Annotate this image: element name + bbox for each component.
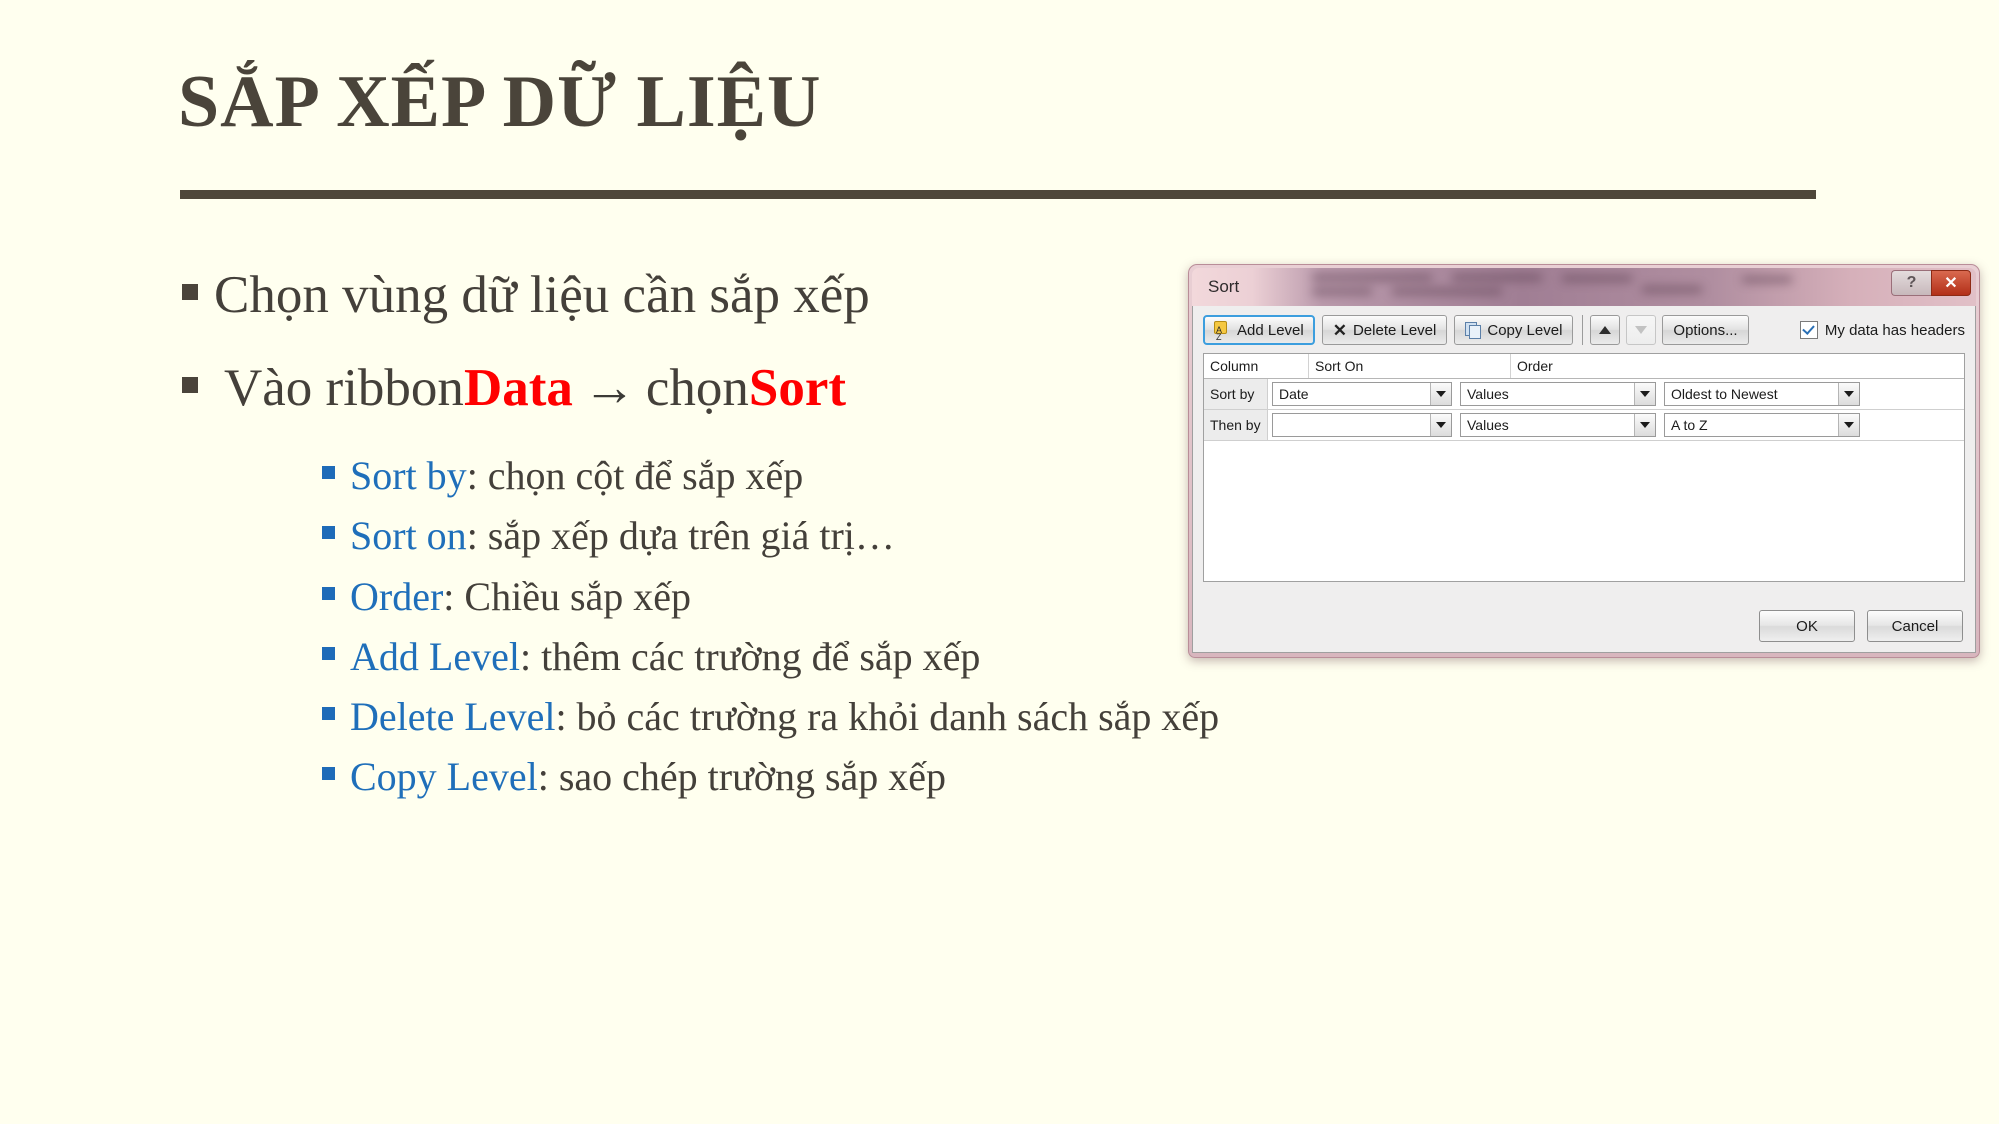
- sub-bullet-term: Sort on: [350, 513, 467, 559]
- square-bullet-icon: [322, 586, 335, 600]
- copy-level-label: Copy Level: [1487, 321, 1563, 339]
- move-up-button[interactable]: [1590, 315, 1621, 345]
- x-icon: ✕: [1332, 320, 1347, 340]
- window-controls: ? ✕: [1891, 270, 1971, 296]
- copy-level-button[interactable]: Copy Level: [1454, 315, 1574, 345]
- chevron-down-icon[interactable]: [1838, 414, 1859, 436]
- sort-by-order-select[interactable]: Oldest to Newest: [1664, 382, 1860, 406]
- then-by-sorton-select[interactable]: Values: [1460, 413, 1656, 437]
- sub-bullet-term: Sort by: [350, 453, 467, 499]
- grid-header-column: Column: [1210, 358, 1259, 374]
- sub-bullet-desc: : thêm các trường để sắp xếp: [519, 633, 981, 679]
- table-row: Sort by Date Values Oldest to Newest: [1204, 379, 1964, 410]
- my-data-has-headers-checkbox[interactable]: My data has headers: [1799, 321, 1965, 339]
- square-bullet-icon: [322, 526, 335, 540]
- sort-by-sorton-value: Values: [1467, 386, 1509, 402]
- sub-bullet-desc: : bỏ các trường ra khỏi danh sách sắp xế…: [555, 693, 1220, 739]
- bullet-text: chọn: [645, 359, 749, 418]
- delete-level-button[interactable]: ✕ Delete Level: [1321, 315, 1448, 345]
- sub-bullet-term: Copy Level: [350, 754, 538, 800]
- then-by-column-select[interactable]: [1272, 413, 1452, 437]
- sub-bullet-desc: : Chiều sắp xếp: [443, 573, 692, 619]
- add-level-button[interactable]: AZ Add Level: [1203, 315, 1315, 345]
- sub-bullet-desc: : sắp xếp dựa trên giá trị…: [466, 513, 895, 559]
- sub-bullet-term: Add Level: [350, 633, 520, 679]
- page-title: SẮP XẾP DỮ LIỆU: [178, 61, 822, 143]
- sort-dialog: Sort ? ✕ AZ Add Level ✕ Delete Level Cop…: [1188, 264, 1980, 658]
- sub-bullet-item: Copy Level: sao chép trường sắp xếp: [322, 755, 1682, 798]
- chevron-down-icon[interactable]: [1634, 414, 1655, 436]
- square-bullet-icon: [322, 466, 335, 480]
- sort-by-order-value: Oldest to Newest: [1671, 386, 1778, 402]
- square-bullet-icon: [322, 767, 335, 781]
- sort-levels-grid: Column Sort On Order Sort by Date Values…: [1203, 353, 1965, 582]
- square-bullet-icon: [182, 284, 198, 300]
- chevron-down-icon[interactable]: [1430, 414, 1451, 436]
- square-bullet-icon: [182, 377, 198, 394]
- add-level-label: Add Level: [1237, 321, 1304, 339]
- sub-bullet-desc: : sao chép trường sắp xếp: [537, 754, 947, 800]
- grid-header-sort-on: Sort On: [1308, 354, 1510, 378]
- checkbox-icon: [1799, 321, 1818, 339]
- cancel-button[interactable]: Cancel: [1867, 610, 1963, 642]
- dialog-toolbar: AZ Add Level ✕ Delete Level Copy Level O…: [1193, 306, 1975, 353]
- grid-header-order: Order: [1510, 354, 1964, 378]
- chevron-down-icon[interactable]: [1634, 383, 1655, 405]
- bullet-text: Vào ribbon: [224, 359, 464, 418]
- ok-button[interactable]: OK: [1759, 610, 1855, 642]
- then-by-order-select[interactable]: A to Z: [1664, 413, 1860, 437]
- chevron-down-icon[interactable]: [1430, 383, 1451, 405]
- sub-bullet-desc: : chọn cột để sắp xếp: [466, 453, 804, 499]
- square-bullet-icon: [322, 706, 335, 720]
- table-row: Then by Values A to Z: [1204, 410, 1964, 441]
- row-label-then-by: Then by: [1204, 410, 1268, 440]
- move-down-button[interactable]: [1626, 315, 1657, 345]
- arrow-up-icon: [1599, 326, 1612, 334]
- copy-icon: [1465, 322, 1482, 339]
- bullet-text: Chọn vùng dữ liệu cần sắp xếp: [214, 266, 870, 324]
- delete-level-label: Delete Level: [1352, 321, 1437, 339]
- checkbox-label: My data has headers: [1824, 321, 1965, 339]
- keyword-sort: Sort: [748, 359, 847, 418]
- sub-bullet-item: Delete Level: bỏ các trường ra khỏi danh…: [322, 695, 1682, 738]
- dialog-title: Sort: [1208, 277, 1240, 296]
- sub-bullet-term: Order: [350, 573, 444, 619]
- close-icon[interactable]: ✕: [1931, 270, 1971, 296]
- right-arrow-icon: →: [582, 359, 636, 418]
- dialog-body: AZ Add Level ✕ Delete Level Copy Level O…: [1192, 306, 1976, 653]
- square-bullet-icon: [322, 646, 335, 660]
- add-level-icon: AZ: [1214, 321, 1232, 342]
- sort-by-column-select[interactable]: Date: [1272, 382, 1452, 406]
- row-label-sort-by: Sort by: [1204, 379, 1268, 409]
- arrow-down-icon: [1635, 326, 1648, 334]
- title-divider: [180, 190, 1816, 199]
- chevron-down-icon[interactable]: [1838, 383, 1859, 405]
- options-label: Options...: [1673, 321, 1738, 339]
- blurred-background-artifact: [1312, 272, 1872, 302]
- sort-by-sorton-select[interactable]: Values: [1460, 382, 1656, 406]
- dialog-title-bar[interactable]: Sort ? ✕: [1192, 268, 1976, 306]
- sub-bullet-term: Delete Level: [350, 693, 556, 739]
- options-button[interactable]: Options...: [1662, 315, 1749, 345]
- help-button[interactable]: ?: [1891, 270, 1931, 296]
- dialog-footer: OK Cancel: [1747, 610, 1963, 642]
- keyword-data: Data: [463, 359, 573, 418]
- grid-header-row: Column Sort On Order: [1204, 354, 1964, 379]
- then-by-sorton-value: Values: [1467, 417, 1509, 433]
- toolbar-divider: [1582, 315, 1584, 345]
- then-by-order-value: A to Z: [1671, 417, 1708, 433]
- sort-by-column-value: Date: [1279, 386, 1309, 402]
